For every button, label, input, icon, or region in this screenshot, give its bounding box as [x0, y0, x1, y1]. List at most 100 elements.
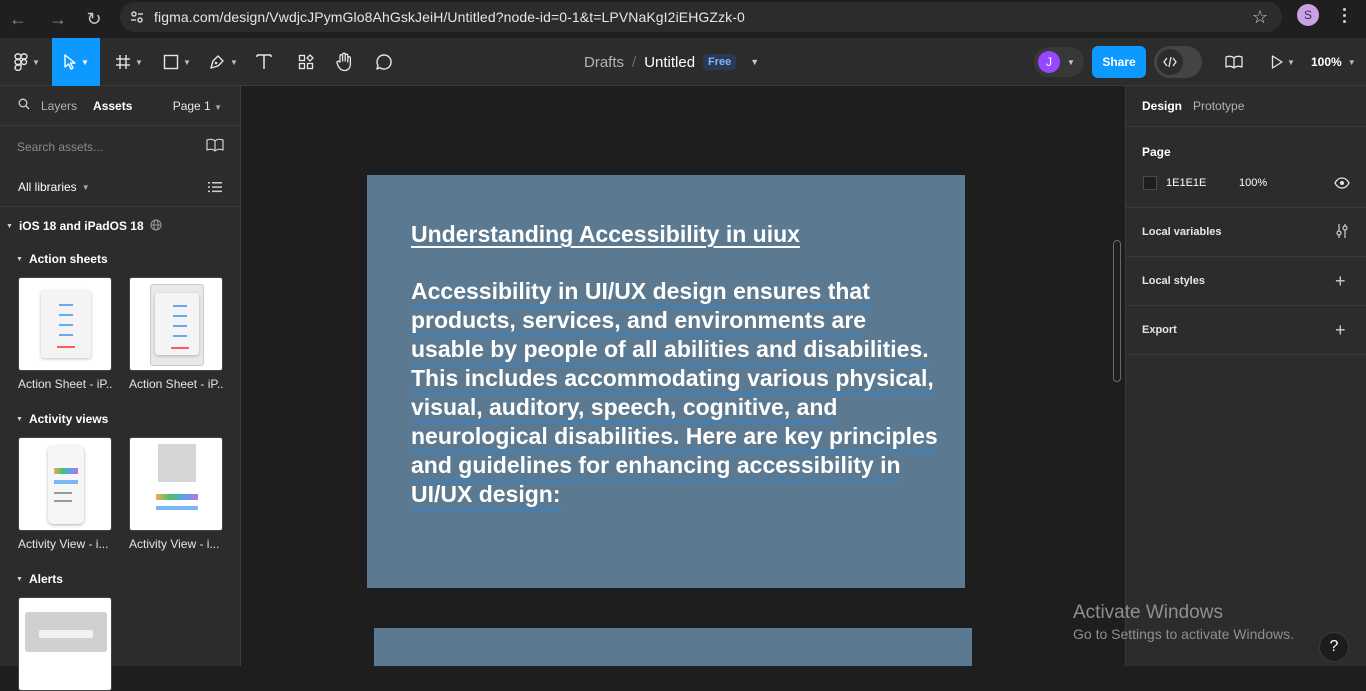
file-title[interactable]: Untitled	[644, 54, 695, 71]
forward-arrow-icon[interactable]: →	[40, 0, 76, 38]
eye-icon[interactable]	[1334, 176, 1350, 194]
breadcrumb-drafts[interactable]: Drafts	[584, 54, 624, 71]
bookmark-star-icon[interactable]: ☆	[1252, 7, 1268, 28]
play-icon	[1271, 55, 1283, 69]
tab-design[interactable]: Design	[1142, 99, 1182, 113]
breadcrumb-separator: /	[632, 53, 637, 71]
code-icon	[1157, 49, 1183, 75]
list-view-icon[interactable]	[208, 181, 222, 196]
chevron-down-icon[interactable]: ▼	[750, 57, 759, 67]
pen-icon	[210, 55, 224, 69]
library-button[interactable]	[1222, 38, 1246, 86]
export-row[interactable]: Export +	[1126, 306, 1366, 355]
asset-card[interactable]: Activity View - i...	[18, 437, 112, 551]
hand-tool-button[interactable]	[332, 38, 356, 86]
help-button[interactable]: ?	[1319, 632, 1349, 662]
asset-grid: Action Sheet - iP... Action Sheet - iP..…	[0, 277, 240, 391]
asset-thumbnail	[129, 437, 223, 531]
pen-tool-button[interactable]: ▼	[204, 38, 242, 86]
chevron-down-icon: ▼	[1347, 57, 1356, 67]
frame-body-text[interactable]: Accessibility in UI/UX design ensures th…	[411, 277, 941, 509]
page-opacity[interactable]: 100%	[1239, 177, 1267, 189]
local-variables-row[interactable]: Local variables	[1126, 208, 1366, 257]
local-styles-label: Local styles	[1142, 275, 1205, 287]
asset-label: Action Sheet - iP...	[129, 377, 223, 391]
local-styles-row[interactable]: Local styles +	[1126, 257, 1366, 306]
asset-card[interactable]: Activity View - i...	[129, 437, 223, 551]
dev-mode-toggle[interactable]	[1154, 46, 1202, 78]
plan-badge[interactable]: Free	[703, 54, 737, 70]
site-settings-icon[interactable]	[120, 9, 154, 25]
asset-card[interactable]: Action Sheet - iP...	[129, 277, 223, 391]
tab-assets[interactable]: Assets	[93, 99, 132, 113]
asset-grid: Activity View - i... Activity View - i..…	[0, 437, 240, 551]
share-button[interactable]: Share	[1092, 46, 1146, 78]
asset-thumbnail	[129, 277, 223, 371]
section-title: Alerts	[28, 572, 63, 586]
asset-label: Activity View - i...	[18, 537, 109, 551]
second-frame[interactable]	[374, 628, 972, 666]
page-color-swatch[interactable]	[1143, 176, 1157, 190]
tab-prototype[interactable]: Prototype	[1193, 99, 1244, 113]
plus-icon[interactable]: +	[1335, 272, 1346, 290]
plus-icon[interactable]: +	[1335, 321, 1346, 339]
open-book-icon[interactable]	[206, 138, 224, 155]
section-action-sheets[interactable]: ▼ Action sheets	[0, 245, 240, 273]
components-icon	[298, 54, 314, 70]
page-selector[interactable]: Page 1 ▼	[173, 99, 222, 113]
variables-sliders-icon[interactable]	[1335, 223, 1349, 242]
search-icon[interactable]	[18, 98, 30, 113]
open-book-icon	[1225, 55, 1243, 69]
text-layer[interactable]: Understanding Accessibility in uiux Acce…	[411, 219, 941, 509]
asset-thumbnail	[18, 597, 112, 691]
library-name: iOS 18 and iPadOS 18	[18, 219, 144, 233]
asset-label: Activity View - i...	[129, 537, 220, 551]
vertical-scrollbar[interactable]	[1113, 240, 1121, 382]
asset-card[interactable]: Action Sheet - iP...	[18, 277, 112, 391]
move-tool-button[interactable]: ▼	[52, 38, 100, 86]
section-title: Action sheets	[28, 252, 108, 266]
search-input[interactable]: Search assets...	[17, 140, 103, 154]
export-label: Export	[1142, 324, 1177, 336]
assets-search[interactable]: Search assets...	[0, 126, 240, 168]
text-tool-button[interactable]	[252, 38, 276, 86]
library-header[interactable]: ▼ iOS 18 and iPadOS 18	[0, 207, 240, 245]
watermark-subtitle: Go to Settings to activate Windows.	[1073, 626, 1294, 642]
text-frame[interactable]: Understanding Accessibility in uiux Acce…	[367, 175, 965, 588]
canvas[interactable]: Understanding Accessibility in uiux Acce…	[241, 86, 1125, 666]
properties-tabs: Design Prototype	[1126, 86, 1366, 127]
avatar[interactable]: J	[1038, 51, 1060, 73]
main-menu-button[interactable]: ▼	[8, 38, 46, 86]
present-button[interactable]: ▼	[1266, 38, 1300, 86]
libraries-filter[interactable]: All libraries ▼	[0, 168, 240, 206]
comment-tool-button[interactable]	[372, 38, 396, 86]
browser-profile-icon[interactable]: S	[1297, 4, 1319, 26]
asset-card[interactable]	[18, 597, 112, 691]
cursor-arrow-icon	[64, 54, 76, 70]
left-sidebar: Layers Assets Page 1 ▼ Search assets... …	[0, 86, 241, 691]
frame-heading[interactable]: Understanding Accessibility in uiux	[411, 219, 941, 249]
resources-button[interactable]	[294, 38, 318, 86]
reload-icon[interactable]: ↻	[76, 0, 112, 38]
browser-menu-icon[interactable]	[1336, 4, 1352, 26]
watermark-title: Activate Windows	[1073, 602, 1223, 623]
asset-label: Action Sheet - iP...	[18, 377, 112, 391]
tab-layers[interactable]: Layers	[41, 99, 77, 113]
browser-bar: ← → ↻ figma.com/design/VwdjcJPymGlo8AhGs…	[0, 0, 1366, 38]
url-text[interactable]: figma.com/design/VwdjcJPymGlo8AhGskJeiH/…	[154, 9, 745, 25]
section-alerts[interactable]: ▼ Alerts	[0, 565, 240, 593]
section-activity-views[interactable]: ▼ Activity views	[0, 405, 240, 433]
back-arrow-icon[interactable]: ←	[0, 0, 36, 38]
caret-down-icon: ▼	[6, 222, 13, 230]
shape-tool-button[interactable]: ▼	[158, 38, 196, 86]
address-bar[interactable]: figma.com/design/VwdjcJPymGlo8AhGskJeiH/…	[120, 2, 1282, 32]
frame-tool-button[interactable]: ▼	[110, 38, 148, 86]
breadcrumb: Drafts / Untitled Free ▼	[584, 38, 759, 86]
zoom-menu[interactable]: 100% ▼	[1311, 38, 1356, 86]
multiplayer-avatars[interactable]: J ▼	[1034, 47, 1084, 77]
page-color-hex[interactable]: 1E1E1E	[1166, 177, 1206, 189]
asset-grid	[0, 597, 240, 691]
hand-icon	[336, 52, 352, 72]
section-title: Activity views	[28, 412, 109, 426]
chevron-down-icon: ▼	[135, 57, 143, 67]
